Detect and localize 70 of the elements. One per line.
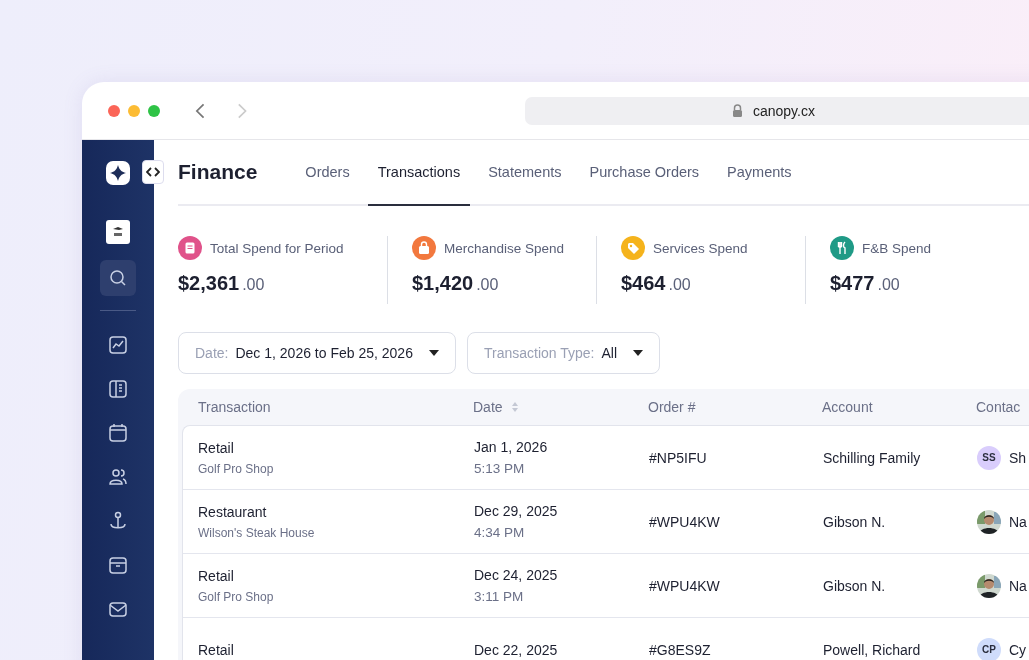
merchant-name: Wilson's Steak House xyxy=(198,525,315,540)
stat-cents: .00 xyxy=(242,276,265,294)
order-number: #WPU4KW xyxy=(649,577,720,594)
filter-dropdown[interactable]: Transaction Type: All xyxy=(466,332,660,374)
column-header[interactable]: Date xyxy=(473,399,503,415)
filter-dropdown[interactable]: Date: Dec 1, 2026 to Feb 25, 2026 xyxy=(178,332,456,374)
stat-label: Services Spend xyxy=(653,240,748,256)
column-header: Contac xyxy=(976,399,1021,415)
column-header: Transaction xyxy=(198,399,271,415)
stat-cents: .00 xyxy=(877,276,900,294)
tab[interactable]: Purchase Orders xyxy=(579,140,710,206)
column-header: Order # xyxy=(648,399,696,415)
calendar-icon xyxy=(108,423,128,443)
stat-label: F&B Spend xyxy=(862,240,932,256)
transaction-type: Retail xyxy=(198,641,234,658)
stat-amount: $2,361 xyxy=(178,272,240,295)
club-logo-icon[interactable] xyxy=(106,220,130,244)
time-cell: 5:13 PM xyxy=(474,461,525,476)
account-name: Powell, Richard xyxy=(823,641,921,658)
stat-label: Total Spend for Period xyxy=(210,240,344,256)
account-name: Gibson N. xyxy=(823,577,886,594)
close-light-icon[interactable] xyxy=(108,104,120,117)
date-cell: Jan 1, 2026 xyxy=(474,439,548,455)
date-cell: Dec 22, 2025 xyxy=(474,641,558,658)
caret-icon xyxy=(633,350,643,356)
search-icon xyxy=(108,268,128,288)
tab[interactable]: Transactions xyxy=(367,140,471,206)
stat-amount: $477 xyxy=(830,272,875,295)
time-cell: 3:11 PM xyxy=(474,589,524,604)
contact-name: Na xyxy=(1009,577,1027,594)
stat-label: Merchandise Spend xyxy=(444,240,565,256)
address-bar[interactable]: canopy.cx xyxy=(524,96,1029,125)
chart-icon xyxy=(108,335,128,355)
transaction-type: Restaurant xyxy=(198,503,267,520)
avatar-initials: SS xyxy=(977,445,1001,470)
time-cell: 4:34 PM xyxy=(474,525,525,540)
merchant-name: Golf Pro Shop xyxy=(198,461,274,476)
contact-name: Na xyxy=(1009,513,1027,530)
code-icon xyxy=(146,167,160,177)
caret-icon xyxy=(428,350,439,356)
date-cell: Dec 29, 2025 xyxy=(474,503,558,519)
logo-icon[interactable] xyxy=(105,160,131,186)
users-icon xyxy=(108,467,128,487)
stat-cents: .00 xyxy=(668,276,691,294)
contact-name: Sh xyxy=(1009,449,1027,466)
order-number: #NP5IFU xyxy=(649,449,707,466)
tab[interactable]: Orders xyxy=(295,140,360,206)
stat-cents: .00 xyxy=(476,276,499,294)
date-cell: Dec 24, 2025 xyxy=(474,567,558,583)
tab[interactable]: Payments xyxy=(717,140,802,206)
page-title: Finance xyxy=(178,160,258,184)
transaction-type: Retail xyxy=(198,439,234,456)
account-name: Schilling Family xyxy=(823,449,921,466)
lock-icon xyxy=(731,104,743,117)
order-number: #G8ES9Z xyxy=(649,641,711,658)
stat-amount: $464 xyxy=(621,272,666,295)
book-icon xyxy=(108,379,128,399)
archive-icon xyxy=(108,555,128,575)
tab[interactable]: Statements xyxy=(478,140,572,206)
transaction-type: Retail xyxy=(198,567,234,584)
column-header: Account xyxy=(822,399,873,415)
contact-name: Cy xyxy=(1009,641,1027,658)
account-name: Gibson N. xyxy=(823,513,886,530)
stat-amount: $1,420 xyxy=(412,272,474,295)
order-number: #WPU4KW xyxy=(649,513,720,530)
sidebar-item[interactable] xyxy=(100,260,136,296)
sidebar-toggle-button[interactable] xyxy=(142,160,164,184)
mail-icon xyxy=(108,599,128,619)
avatar-initials: CP xyxy=(977,637,1001,660)
merchant-name: Golf Pro Shop xyxy=(198,589,274,604)
